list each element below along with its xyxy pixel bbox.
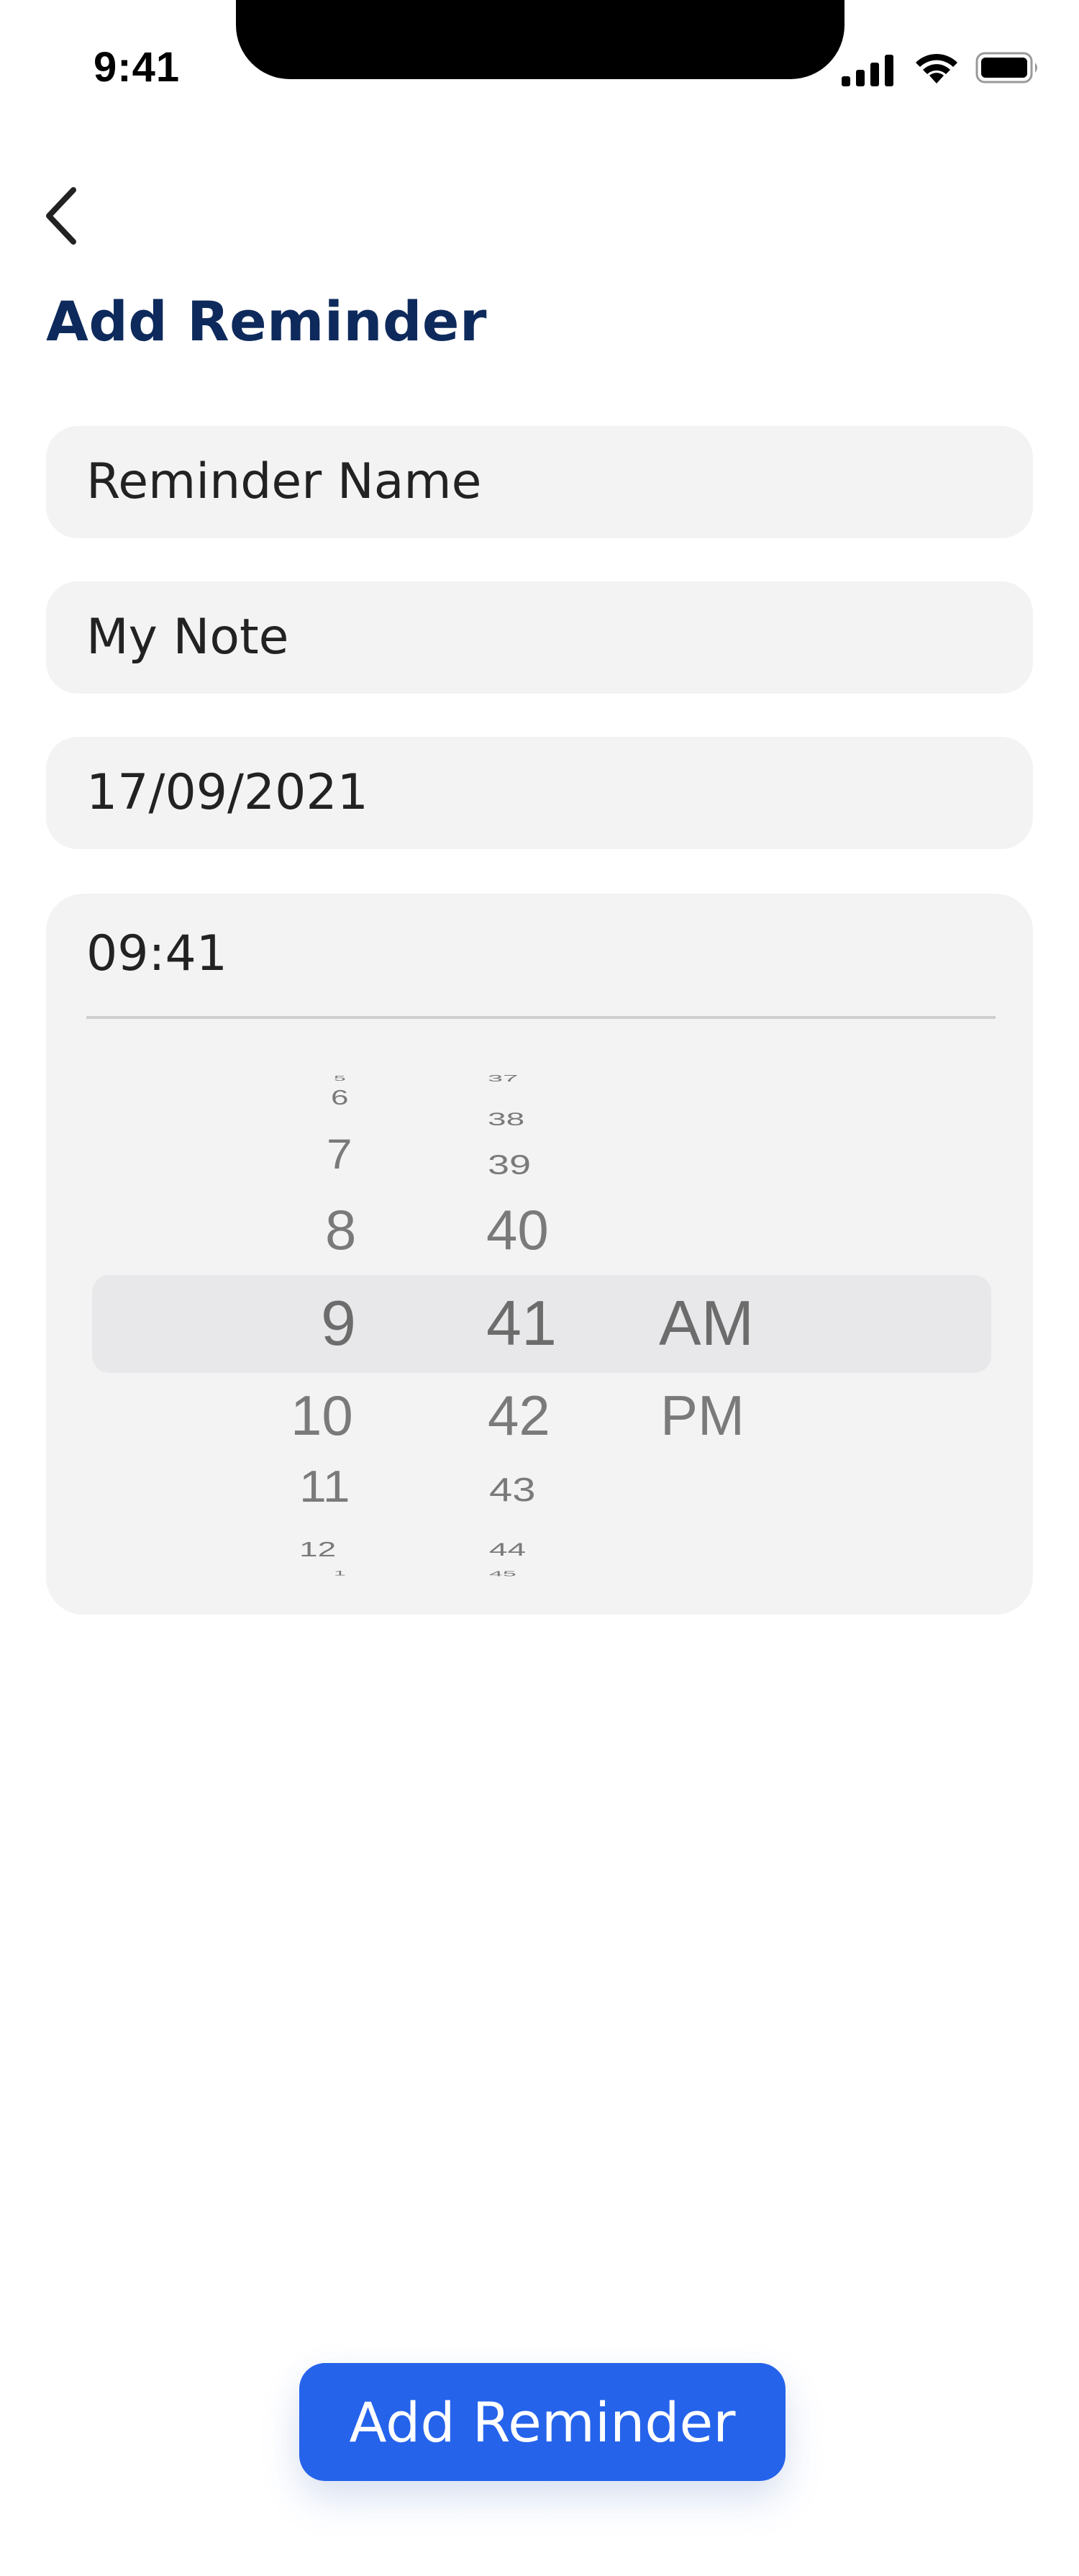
- time-value: 09:41: [86, 925, 227, 982]
- minute-option[interactable]: 39: [488, 1151, 531, 1179]
- minute-option[interactable]: 44: [489, 1540, 526, 1558]
- minute-selected[interactable]: 41: [486, 1292, 557, 1355]
- minute-option[interactable]: 37: [488, 1074, 518, 1083]
- hour-option[interactable]: 1: [334, 1570, 346, 1577]
- status-icons: [842, 47, 1037, 86]
- period-option[interactable]: PM: [660, 1387, 745, 1443]
- hour-option[interactable]: 8: [325, 1202, 356, 1258]
- date-field[interactable]: 17/09/2021: [46, 737, 1033, 849]
- battery-icon: [975, 52, 1037, 83]
- time-picker-card[interactable]: 09:41 5 6 7 8 9 10 11 12 1 37 38 39 40 4…: [46, 894, 1033, 1615]
- cellular-signal-icon: [842, 55, 893, 86]
- minute-option[interactable]: 45: [489, 1570, 516, 1577]
- hour-option[interactable]: 12: [299, 1539, 336, 1560]
- hour-option[interactable]: 7: [327, 1133, 352, 1176]
- minute-option[interactable]: 40: [486, 1202, 549, 1258]
- hour-option[interactable]: 6: [331, 1087, 348, 1109]
- minute-option[interactable]: 38: [488, 1110, 524, 1128]
- divider: [86, 1016, 996, 1019]
- date-value: 17/09/2021: [86, 764, 368, 821]
- minute-option[interactable]: 43: [489, 1473, 536, 1507]
- device-notch: [236, 0, 844, 79]
- wifi-icon: [916, 53, 957, 83]
- chevron-left-icon[interactable]: [37, 181, 88, 250]
- add-reminder-button[interactable]: Add Reminder: [299, 2363, 786, 2481]
- hour-selected[interactable]: 9: [321, 1292, 356, 1355]
- note-value: My Note: [86, 609, 289, 666]
- minute-option[interactable]: 42: [488, 1387, 550, 1443]
- period-selected[interactable]: AM: [659, 1292, 754, 1355]
- note-field[interactable]: My Note: [46, 581, 1033, 694]
- status-time: 9:41: [94, 44, 181, 91]
- reminder-name-field[interactable]: Reminder Name: [46, 426, 1033, 538]
- page-title: Add Reminder: [46, 289, 487, 353]
- hour-option[interactable]: 11: [299, 1464, 350, 1510]
- reminder-name-value: Reminder Name: [86, 453, 482, 510]
- hour-option[interactable]: 5: [334, 1075, 346, 1083]
- hour-option[interactable]: 10: [291, 1387, 353, 1443]
